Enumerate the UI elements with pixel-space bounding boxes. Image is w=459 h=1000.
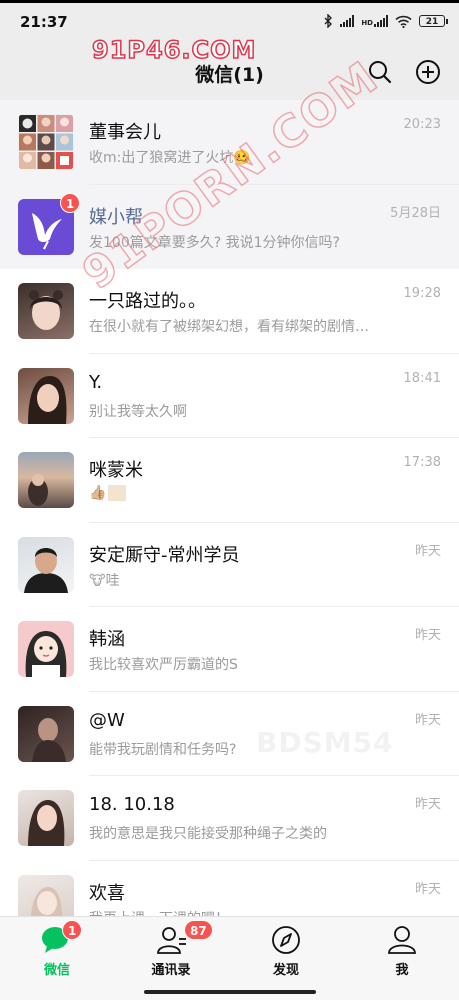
chat-time: 昨天 (414, 712, 441, 728)
status-icons: HD 21 (324, 14, 448, 28)
chat-name: 欢喜 (89, 882, 125, 904)
cartoon-avatar (18, 621, 74, 677)
group-avatar (18, 114, 74, 170)
chat-preview: 我比较喜欢严厉霸道的S (89, 657, 238, 673)
chat-name: Y. (89, 371, 103, 393)
chat-preview-text: 👍🏼 (89, 485, 107, 501)
cell-signal-2-icon (374, 15, 388, 27)
bluetooth-icon (324, 14, 333, 28)
tab-chats[interactable]: 1 微信 (0, 917, 114, 987)
photo-avatar (18, 283, 74, 339)
cell-signal-icon (340, 15, 355, 27)
chat-time: 18:41 (403, 370, 441, 386)
sticker-thumbnail (108, 485, 127, 501)
chat-preview: 🐮哇 (89, 572, 120, 589)
battery-indicator: 21 (419, 15, 448, 27)
unread-badge: 1 (60, 192, 80, 213)
chat-name: @W (89, 709, 125, 731)
tab-label: 发现 (272, 963, 299, 978)
photo-avatar (18, 790, 74, 846)
chat-preview: 别让我等太久啊 (89, 403, 187, 420)
chat-row[interactable]: 韩涵 昨天 我比较喜欢严厉霸道的S (0, 607, 459, 692)
tab-discover[interactable]: 发现 (229, 917, 343, 987)
plus-circle-icon[interactable] (414, 58, 442, 86)
chat-time: 昨天 (414, 797, 441, 812)
tab-label: 微信 (43, 963, 70, 978)
network-type-label: HD (361, 19, 373, 27)
chat-name: 18. 10.18 (89, 794, 175, 815)
home-indicator[interactable] (144, 990, 316, 994)
person-icon (388, 926, 416, 954)
tab-label: 我 (395, 963, 409, 978)
chat-row[interactable]: Y. 18:41 别让我等太久啊 (0, 353, 459, 438)
chat-preview: 在很小就有了被绑架幻想，看有绑架的剧情… (89, 319, 369, 335)
tab-contacts[interactable]: 87 通讯录 (114, 917, 228, 987)
chat-list: 董事会儿 20:23 收m:出了狼窝进了火坑🥴 1 媒小帮 5月28日 发100… (0, 100, 459, 945)
contacts-icon (157, 927, 186, 954)
chat-name: 咪蒙米 (89, 460, 143, 481)
tab-me[interactable]: 我 (345, 917, 459, 987)
compass-icon (272, 926, 300, 954)
watermark-text: BDSM54 (256, 726, 394, 759)
watermark-text: 91P46.COM (91, 35, 257, 65)
chat-time: 昨天 (414, 543, 441, 559)
chat-time: 19:28 (403, 286, 441, 301)
status-time: 21:37 (20, 13, 68, 31)
wifi-icon (395, 15, 412, 28)
photo-avatar (18, 367, 74, 424)
chat-preview: 👍🏼 (89, 485, 394, 501)
photo-avatar (18, 705, 74, 762)
chat-time: 昨天 (414, 881, 441, 897)
chat-time: 20:23 (403, 117, 441, 132)
chat-row[interactable]: 安定厮守-常州学员 昨天 🐮哇 (0, 522, 459, 607)
chat-row[interactable]: 一只路过的。。 19:28 在很小就有了被绑架幻想，看有绑架的剧情… (0, 269, 459, 354)
chat-name: 韩涵 (89, 629, 125, 650)
chat-name: 董事会儿 (89, 122, 161, 143)
chat-time: 5月28日 (390, 205, 441, 221)
chat-name: 安定厮守-常州学员 (89, 544, 240, 566)
chat-time: 17:38 (403, 455, 441, 470)
photo-avatar (18, 452, 74, 508)
bottom-tab-bar: 1 微信 87 通讯录 发现 我 (0, 916, 459, 986)
chat-row[interactable]: 咪蒙米 17:38 👍🏼 (0, 438, 459, 523)
tab-label: 通讯录 (151, 963, 191, 978)
chat-preview: 我的意思是我只能接受那种绳子之类的 (89, 826, 327, 842)
chat-time: 昨天 (414, 628, 441, 643)
chat-row[interactable]: 18. 10.18 昨天 我的意思是我只能接受那种绳子之类的 (0, 776, 459, 861)
photo-avatar (18, 536, 74, 593)
unread-badge: 1 (62, 920, 83, 940)
contacts-badge: 87 (184, 920, 213, 940)
